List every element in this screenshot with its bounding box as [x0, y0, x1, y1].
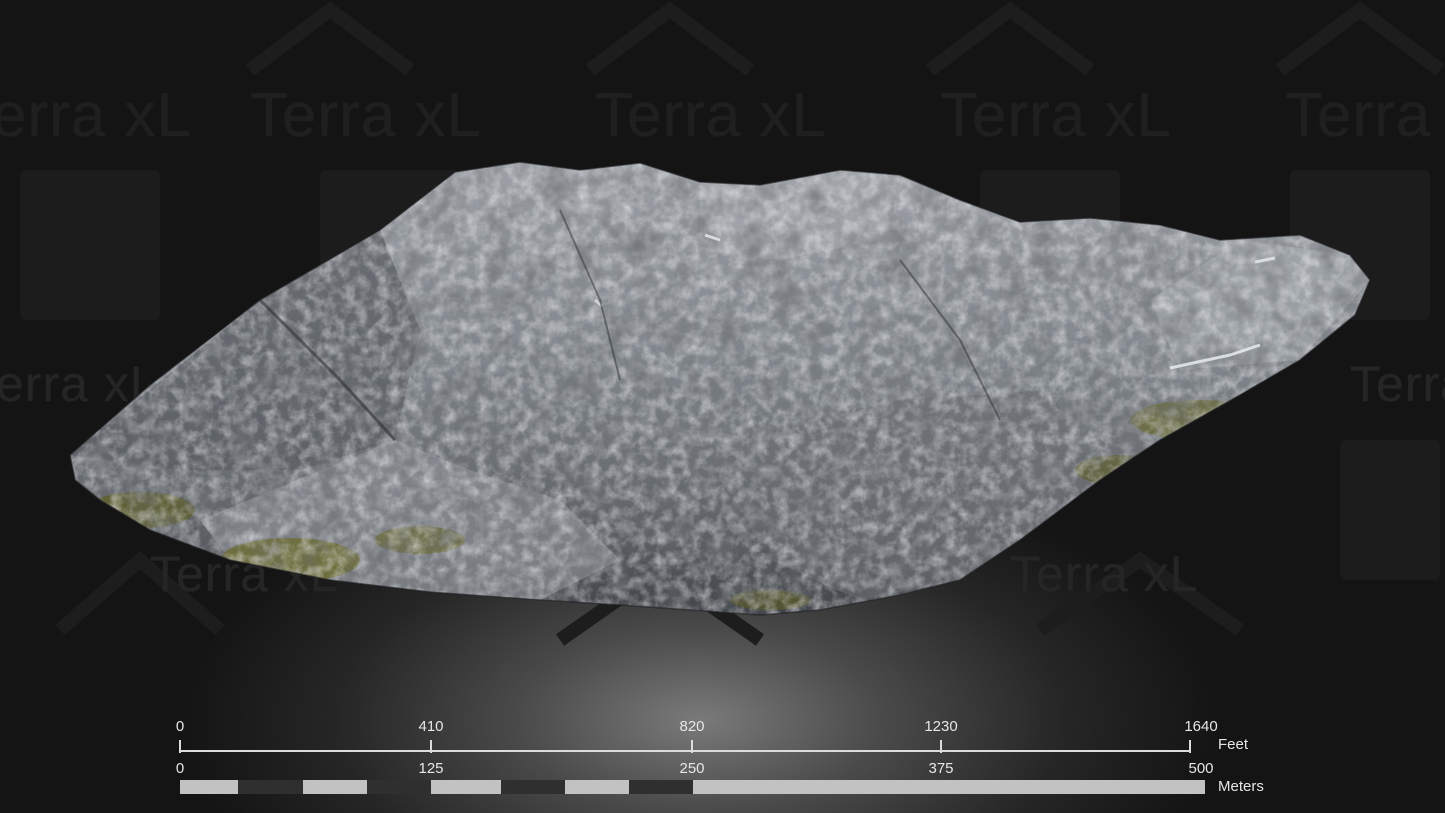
feet-tick — [691, 740, 693, 753]
feet-tick — [179, 740, 181, 753]
meters-segment — [629, 780, 693, 794]
feet-tick — [940, 740, 942, 753]
feet-tick-label: 1230 — [924, 718, 958, 735]
feet-scale-line — [180, 750, 1190, 752]
meters-segment — [501, 780, 565, 794]
meters-segment — [238, 780, 303, 794]
feet-tick-label: 410 — [418, 718, 444, 735]
meters-tick-label: 125 — [418, 760, 444, 777]
meters-tick-label: 0 — [175, 760, 185, 777]
feet-unit-label: Feet — [1218, 736, 1249, 753]
meters-tick-label: 375 — [928, 760, 954, 777]
meters-segment — [303, 780, 367, 794]
feet-tick-label: 0 — [175, 718, 185, 735]
meters-unit-label: Meters — [1218, 778, 1264, 795]
feet-tick — [1189, 740, 1191, 753]
meters-segment — [367, 780, 431, 794]
meters-tick-label: 500 — [1188, 760, 1214, 777]
meters-tick-label: 250 — [679, 760, 705, 777]
feet-tick-label: 1640 — [1184, 718, 1218, 735]
meters-segment — [431, 780, 501, 794]
meters-segment — [565, 780, 629, 794]
feet-tick — [430, 740, 432, 753]
feet-tick-label: 820 — [679, 718, 705, 735]
meters-scale-bar — [180, 780, 1205, 794]
meters-segment — [180, 780, 238, 794]
scale-bar: 0 410 820 1230 1640 Feet 0 125 250 375 5… — [0, 0, 1445, 813]
